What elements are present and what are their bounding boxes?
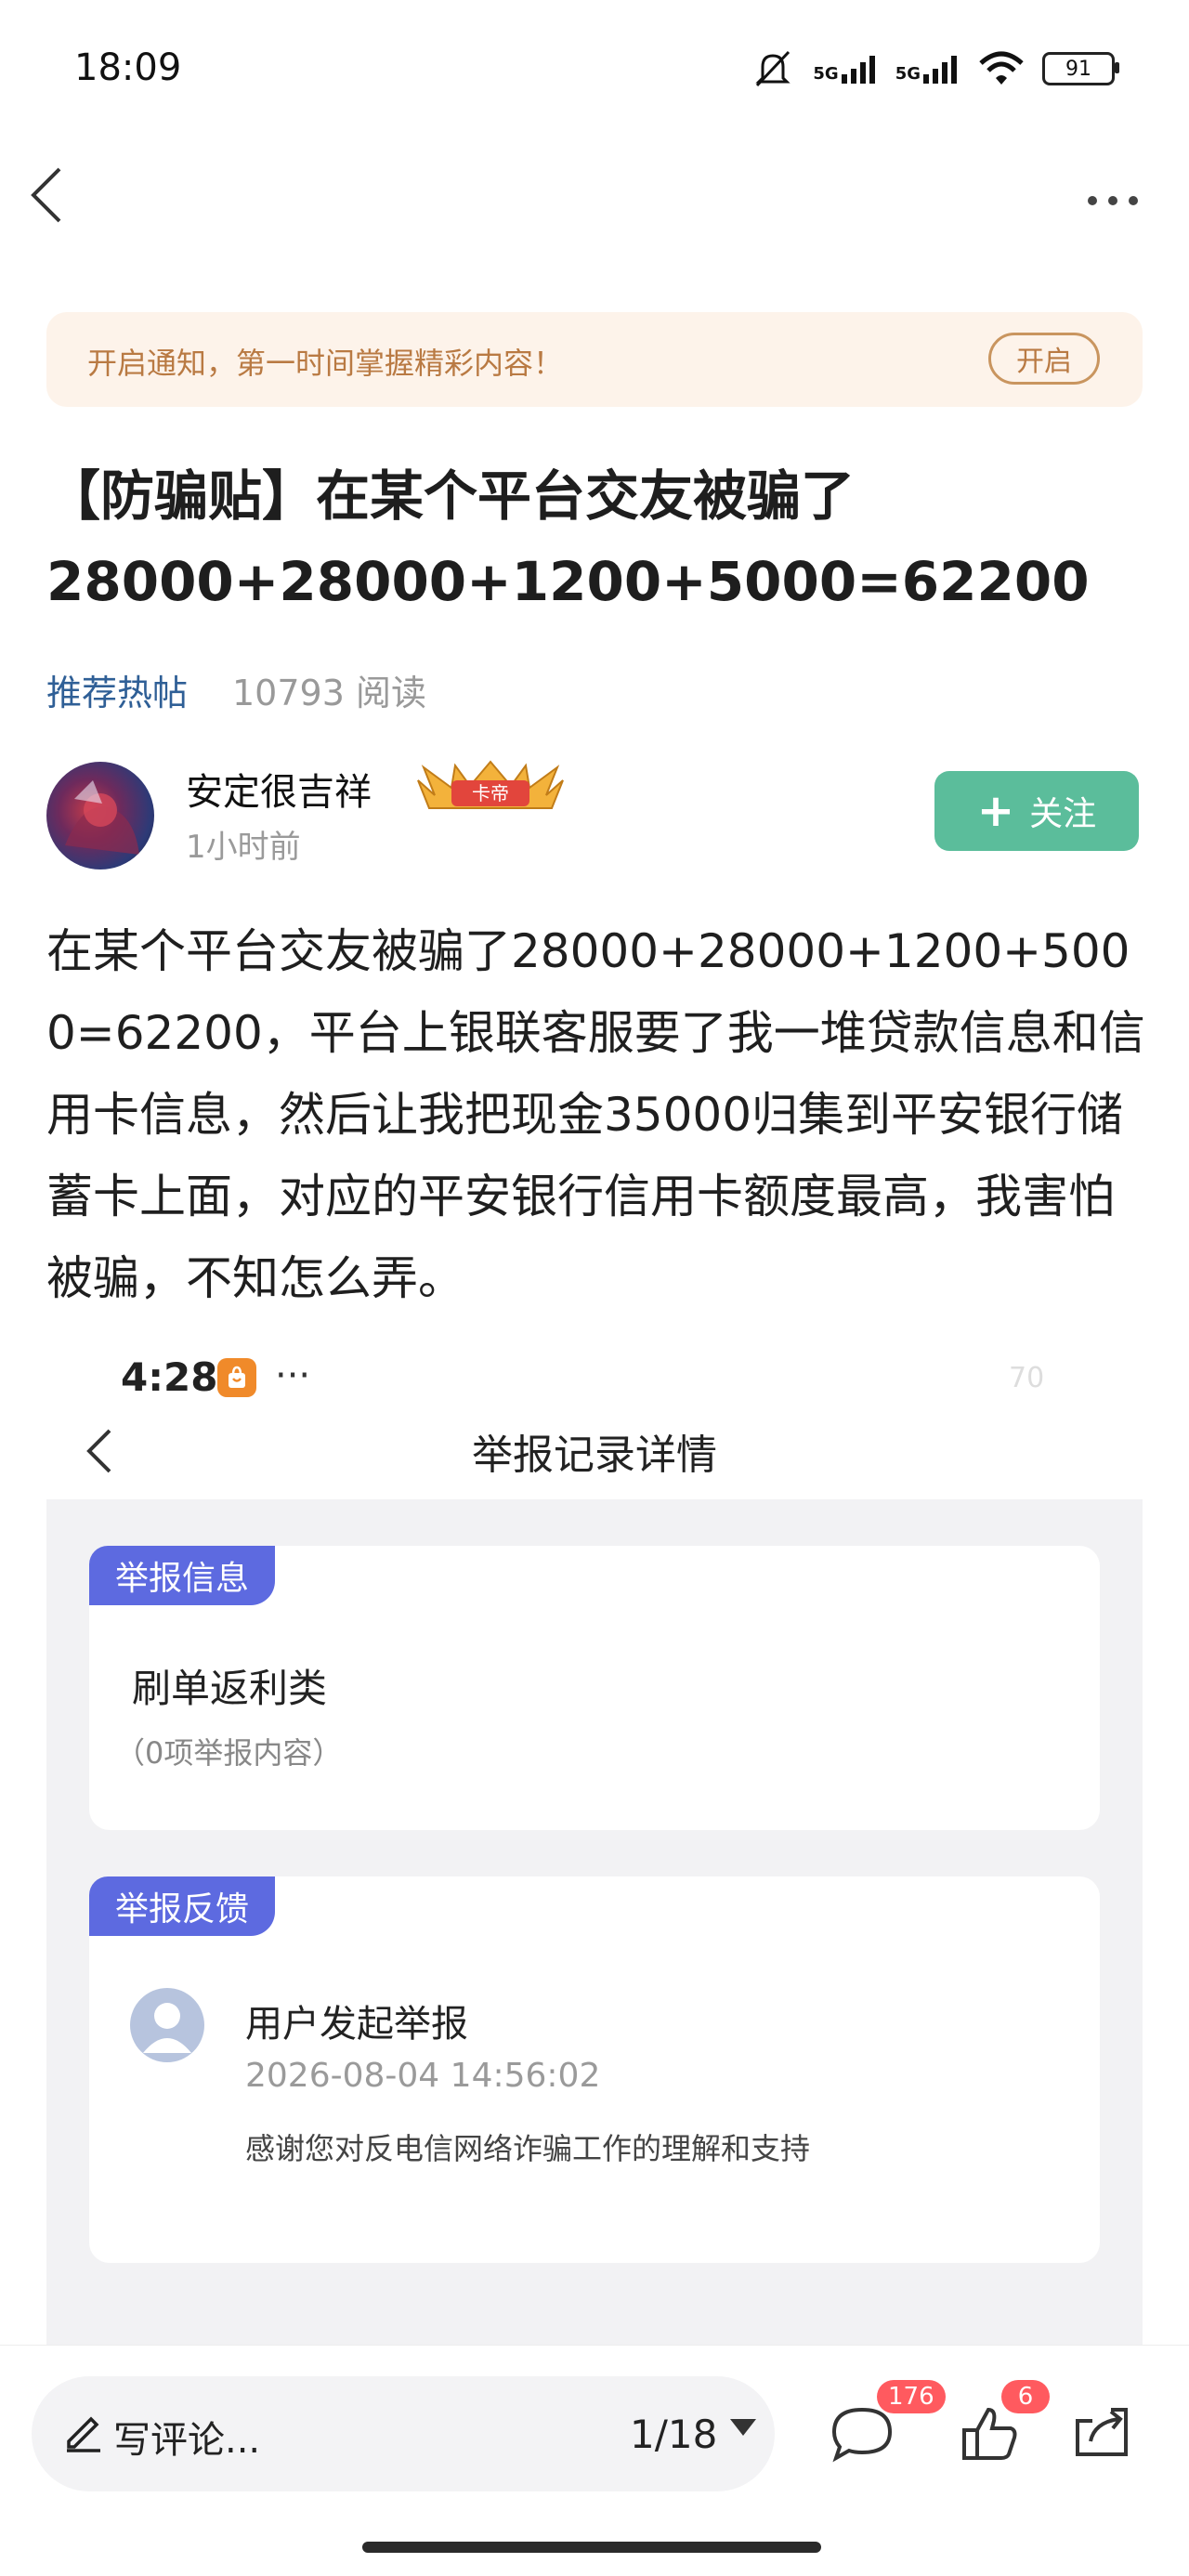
signal-2-label: 5G: [895, 64, 921, 84]
report-feedback-card: 举报反馈 用户发起举报 2026-08-04 14:56:02 感谢您对反电信网…: [89, 1876, 1100, 2263]
like-count-badge: 6: [1001, 2380, 1050, 2413]
screenshot-battery: 70: [1009, 1362, 1045, 1394]
page-indicator[interactable]: 1/18: [630, 2412, 717, 2457]
post-body: 在某个平台交友被骗了28000+28000+1200+5000=62200，平台…: [46, 924, 1145, 1305]
share-button[interactable]: [1065, 2397, 1139, 2471]
feedback-note: 感谢您对反电信网络诈骗工作的理解和支持: [245, 2131, 811, 2166]
signal-1-label: 5G: [813, 64, 839, 84]
report-item-count: （0项举报内容）: [115, 1735, 343, 1771]
author-avatar[interactable]: [46, 762, 154, 870]
post-title: 【防骗贴】在某个平台交友被骗了28000+28000+1200+5000=622…: [46, 464, 1090, 613]
wifi-icon: [979, 51, 1024, 85]
share-icon: [1076, 2408, 1128, 2456]
feedback-title: 用户发起举报: [245, 2003, 468, 2046]
user-avatar-icon: [130, 1988, 204, 2062]
status-time: 18:09: [74, 46, 182, 89]
comment-placeholder: 写评论...: [113, 2419, 261, 2462]
shopping-bag-icon: [217, 1358, 256, 1397]
signal-1-icon: 5G: [813, 54, 878, 84]
more-options-icon[interactable]: [1085, 186, 1141, 208]
pen-icon: [59, 2408, 106, 2454]
author-name[interactable]: 安定很吉祥: [186, 762, 372, 816]
screenshot-status-time: 4:28: [121, 1354, 218, 1400]
notification-banner: 开启通知，第一时间掌握精彩内容！ 开启: [46, 312, 1143, 407]
notification-text: 开启通知，第一时间掌握精彩内容！: [87, 346, 564, 381]
caret-down-icon[interactable]: [730, 2419, 756, 2436]
back-button[interactable]: [26, 158, 72, 232]
follow-label: 关注: [1029, 795, 1097, 833]
plus-icon: +: [976, 785, 1015, 837]
screenshot-back-icon: [82, 1421, 119, 1481]
report-feedback-tag: 举报反馈: [89, 1876, 276, 1936]
report-category: 刷单返利类: [132, 1666, 328, 1711]
home-indicator[interactable]: [362, 2542, 821, 2553]
report-info-tag: 举报信息: [89, 1546, 276, 1605]
comment-count-badge: 176: [877, 2380, 946, 2413]
crown-badge-icon: 卡帝: [414, 760, 567, 812]
signal-2-icon: 5G: [895, 54, 960, 84]
comment-input[interactable]: 写评论... 1/18: [32, 2376, 775, 2491]
recommended-tag-link[interactable]: 推荐热帖: [46, 664, 188, 715]
post-time: 1小时前: [186, 829, 301, 866]
screenshot-header: 举报记录详情: [472, 1432, 717, 1479]
screenshot-status-dots: ···: [275, 1354, 311, 1397]
report-info-card: 举报信息 刷单返利类 （0项举报内容）: [89, 1546, 1100, 1830]
status-icons: 5G 5G 91: [750, 48, 1119, 89]
chevron-left-icon: [31, 167, 61, 223]
feedback-datetime: 2026-08-04 14:56:02: [245, 2057, 601, 2095]
battery-icon: 91: [1042, 52, 1119, 85]
enable-notification-button[interactable]: 开启: [988, 333, 1100, 385]
follow-button[interactable]: + 关注: [934, 771, 1139, 851]
mute-bell-icon: [755, 50, 790, 87]
read-count: 10793 阅读: [232, 673, 426, 713]
author-badge-label: 卡帝: [472, 782, 509, 804]
